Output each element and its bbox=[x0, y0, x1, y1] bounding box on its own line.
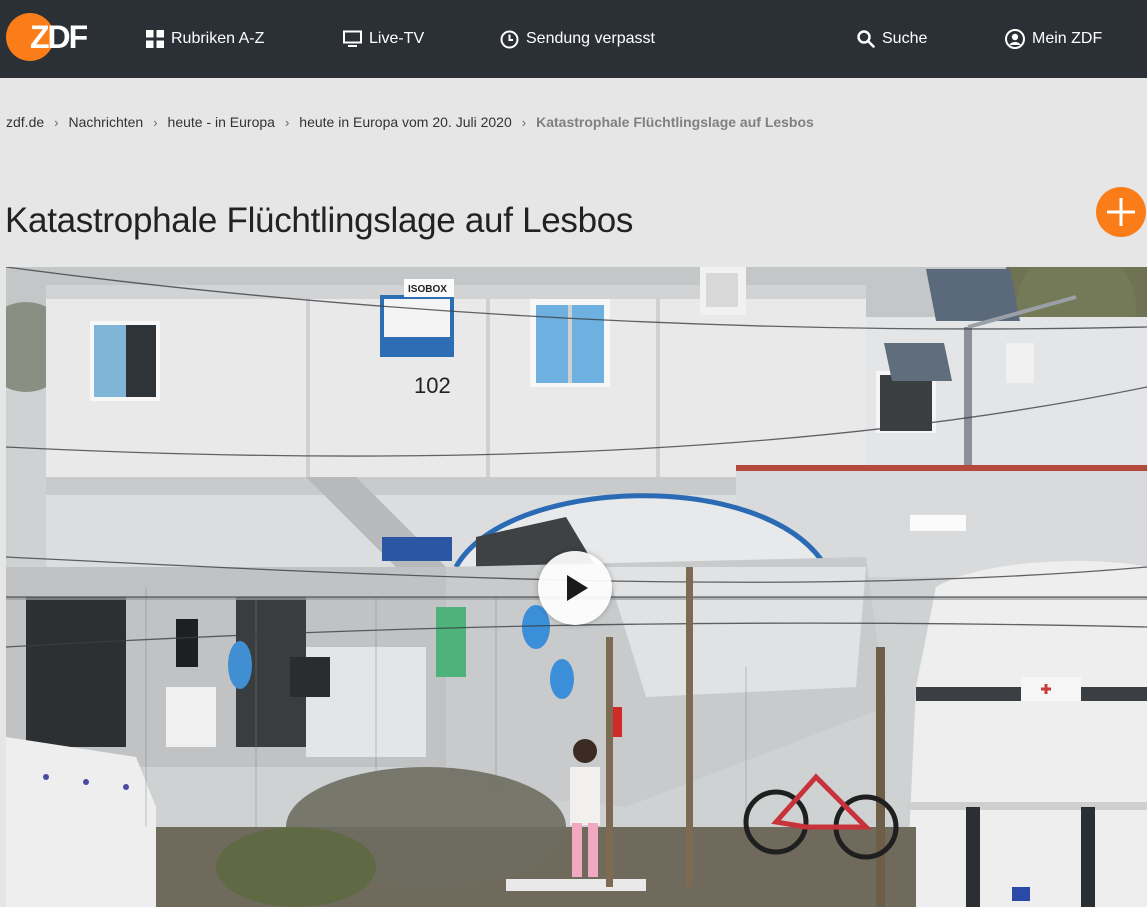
nav-live-tv-label: Live-TV bbox=[369, 30, 425, 47]
nav-mein-zdf-label: Mein ZDF bbox=[1032, 30, 1103, 47]
nav-rubriken[interactable]: Rubriken A-Z bbox=[146, 27, 264, 51]
breadcrumb: zdf.de › Nachrichten › heute - in Europa… bbox=[6, 114, 814, 130]
nav-sendung-verpasst-label: Sendung verpasst bbox=[526, 30, 655, 47]
chevron-right-icon: › bbox=[54, 114, 59, 130]
play-icon bbox=[567, 575, 588, 601]
container-sign-text: ISOBOX bbox=[408, 284, 447, 295]
nav-live-tv[interactable]: Live-TV bbox=[343, 27, 424, 51]
video-player[interactable]: ISOBOX 102 bbox=[6, 267, 1147, 907]
breadcrumb-episode[interactable]: heute in Europa vom 20. Juli 2020 bbox=[299, 114, 511, 130]
play-button[interactable] bbox=[538, 551, 612, 625]
page-title: Katastrophale Flüchtlingslage auf Lesbos bbox=[5, 201, 634, 240]
nav-rubriken-label: Rubriken A-Z bbox=[171, 30, 265, 47]
breadcrumb-home[interactable]: zdf.de bbox=[6, 114, 44, 130]
container-number: 102 bbox=[414, 373, 451, 398]
nav-mein-zdf[interactable]: Mein ZDF bbox=[1005, 27, 1102, 51]
chevron-right-icon: › bbox=[521, 114, 527, 130]
grid-icon bbox=[146, 30, 164, 48]
breadcrumb-nachrichten[interactable]: Nachrichten bbox=[68, 114, 143, 130]
user-icon bbox=[1005, 29, 1025, 49]
chevron-right-icon: › bbox=[153, 114, 158, 130]
breadcrumb-heute-in-europa[interactable]: heute - in Europa bbox=[168, 114, 275, 130]
nav-sendung-verpasst[interactable]: Sendung verpasst bbox=[500, 27, 655, 51]
nav-search-label: Suche bbox=[882, 30, 928, 47]
add-to-list-button[interactable] bbox=[1096, 187, 1146, 237]
tv-icon bbox=[343, 30, 362, 47]
breadcrumb-current: Katastrophale Flüchtlingslage auf Lesbos bbox=[536, 114, 814, 130]
chevron-right-icon: › bbox=[284, 114, 290, 130]
top-navigation-bar: ZDF Rubriken A-Z Live-TV Sendung verpass… bbox=[0, 0, 1147, 78]
nav-search[interactable]: Suche bbox=[857, 27, 927, 51]
plus-icon bbox=[1107, 198, 1135, 226]
search-icon bbox=[857, 30, 875, 48]
zdf-logo-text[interactable]: ZDF bbox=[30, 20, 88, 54]
clock-icon bbox=[500, 30, 519, 48]
